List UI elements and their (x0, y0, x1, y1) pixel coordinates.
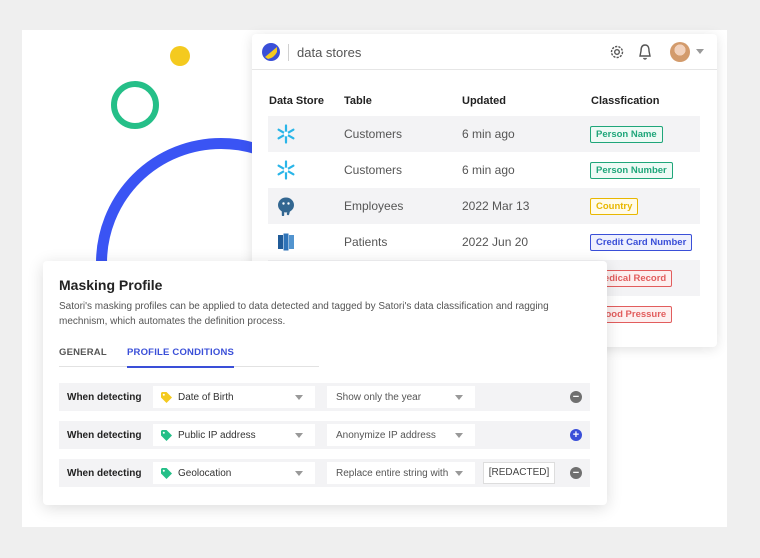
tab-general[interactable]: GENERAL (59, 347, 107, 358)
action-select-value: Anonymize IP address (336, 430, 436, 441)
table-name: Customers (344, 163, 403, 177)
yellow-dot-decoration (170, 46, 190, 66)
page-title: data stores (297, 45, 362, 60)
tag-select[interactable]: Date of Birth (153, 386, 315, 408)
column-header-table: Table (344, 95, 372, 107)
table-row[interactable]: Customers 6 min ago Person Number (268, 152, 700, 188)
gear-icon[interactable] (608, 43, 626, 61)
updated-time: 2022 Mar 13 (462, 199, 530, 213)
bell-icon[interactable] (636, 43, 654, 61)
condition-label: When detecting (67, 468, 142, 479)
action-select-value: Show only the year (336, 392, 422, 403)
redshift-icon (278, 233, 294, 251)
classification-badge: Person Name (590, 126, 663, 143)
table-row[interactable]: Patients 2022 Jun 20 Credit Card Number (268, 224, 700, 260)
header-divider (288, 44, 289, 61)
satori-logo-icon (262, 43, 280, 61)
tag-icon (161, 392, 172, 403)
postgres-icon (278, 197, 294, 216)
masking-profile-title: Masking Profile (59, 277, 163, 293)
condition-label: When detecting (67, 430, 142, 441)
window-header: data stores (252, 34, 717, 70)
condition-label: When detecting (67, 392, 142, 403)
chevron-down-icon (295, 433, 303, 438)
add-condition-button[interactable]: + (570, 429, 582, 441)
green-ring-decoration (111, 81, 159, 129)
table-name: Patients (344, 235, 388, 249)
action-select[interactable]: Replace entire string with (327, 462, 475, 484)
condition-row: When detecting Date of Birth Show only t… (59, 383, 590, 411)
tab-profile-conditions[interactable]: PROFILE CONDITIONS (127, 347, 235, 368)
updated-time: 2022 Jun 20 (462, 235, 529, 249)
condition-row: When detecting Public IP address Anonymi… (59, 421, 590, 449)
chevron-down-icon (295, 395, 303, 400)
tab-bar: GENERAL PROFILE CONDITIONS (59, 339, 319, 368)
column-header-updated: Updated (462, 95, 506, 107)
remove-condition-button[interactable]: − (570, 391, 582, 403)
chevron-down-icon (455, 433, 463, 438)
masking-profile-card: Masking Profile Satori's masking profile… (43, 261, 607, 505)
snowflake-icon (277, 124, 295, 144)
updated-time: 6 min ago (462, 163, 515, 177)
classification-badge: Person Number (590, 162, 673, 179)
chevron-down-icon (455, 395, 463, 400)
classification-badge: Credit Card Number (590, 234, 693, 251)
tag-icon (161, 468, 172, 479)
column-header-classification: Classfication (591, 95, 660, 107)
chevron-down-icon (455, 471, 463, 476)
column-header-data-store: Data Store (269, 95, 325, 107)
table-row[interactable]: Employees 2022 Mar 13 Country (268, 188, 700, 224)
chevron-down-icon (295, 471, 303, 476)
tag-select[interactable]: Geolocation (153, 462, 315, 484)
chevron-down-icon[interactable] (696, 49, 704, 54)
condition-row: When detecting Geolocation Replace entir… (59, 459, 590, 487)
action-select[interactable]: Show only the year (327, 386, 475, 408)
snowflake-icon (277, 160, 295, 180)
tag-select-value: Geolocation (178, 468, 232, 479)
replacement-input[interactable]: [REDACTED] (483, 462, 555, 484)
action-select[interactable]: Anonymize IP address (327, 424, 475, 446)
classification-badge: Country (590, 198, 639, 215)
table-name: Employees (344, 199, 404, 213)
remove-condition-button[interactable]: − (570, 467, 582, 479)
action-select-value: Replace entire string with (336, 468, 449, 479)
tag-select-value: Date of Birth (178, 392, 234, 403)
tag-icon (161, 430, 172, 441)
avatar[interactable] (670, 42, 690, 62)
table-row[interactable]: Customers 6 min ago Person Name (268, 116, 700, 152)
tag-select-value: Public IP address (178, 430, 256, 441)
masking-profile-description: Satori's masking profiles can be applied… (59, 301, 549, 327)
updated-time: 6 min ago (462, 127, 515, 141)
tag-select[interactable]: Public IP address (153, 424, 315, 446)
table-name: Customers (344, 127, 403, 141)
